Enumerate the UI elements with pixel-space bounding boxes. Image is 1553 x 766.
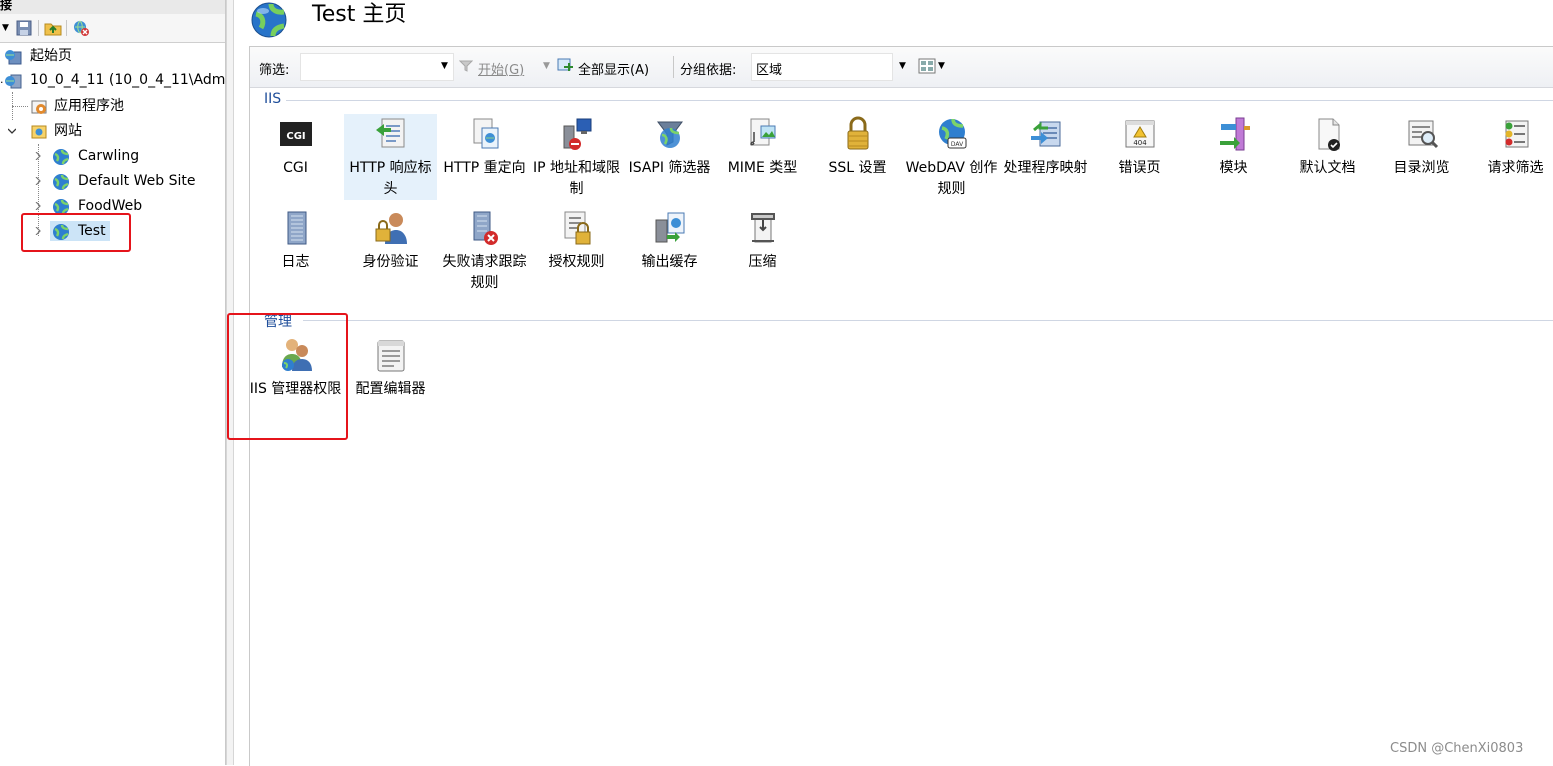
show-all-icon <box>557 58 573 71</box>
tree-item-server[interactable]: . 10_0_4_11 (10_0_4_11\Adm <box>0 68 225 92</box>
authentication-icon <box>375 213 407 244</box>
feature-configuration-editor[interactable]: 配置编辑器 <box>344 335 437 400</box>
feature-handler-mappings[interactable]: 处理程序映射 <box>999 114 1092 179</box>
failed-request-tracing-icon <box>473 211 498 245</box>
handler-mappings-icon <box>1030 121 1060 147</box>
mime-types-icon <box>749 118 775 146</box>
start-page-icon <box>5 50 22 65</box>
start-filter-button[interactable]: 开始(G) <box>478 59 524 78</box>
filter-dropdown-icon[interactable]: ▼ <box>441 61 448 71</box>
logging-icon <box>287 211 306 245</box>
globe-icon <box>53 149 69 165</box>
start-dropdown-icon[interactable]: ▼ <box>543 61 550 71</box>
tree-item-site-carwling[interactable]: Carwling <box>0 144 225 168</box>
tree-item-sites[interactable]: 网站 <box>0 119 225 143</box>
chevron-down-icon[interactable] <box>8 127 16 135</box>
group-by-label: 分组依据: <box>680 63 737 78</box>
default-document-icon <box>1318 118 1340 151</box>
globe-icon <box>53 174 69 190</box>
sites-folder-icon <box>31 125 47 139</box>
tree-item-start-page[interactable]: 起始页 <box>0 44 225 68</box>
feature-isapi-filters[interactable]: ISAPI 筛选器 <box>623 114 716 179</box>
feature-http-redirect[interactable]: HTTP 重定向 <box>438 114 531 179</box>
connections-toolbar: ▼ <box>0 14 225 43</box>
tree-item-app-pools[interactable]: 应用程序池 <box>0 94 225 118</box>
isapi-filters-icon <box>656 121 683 148</box>
feature-ssl-settings[interactable]: SSL 设置 <box>811 114 904 179</box>
http-response-headers-icon <box>375 118 404 148</box>
feature-view: Test 主页 筛选: ▼ 开始(G) ▼ 全部显示(A) 分组依据: 区域 ▼… <box>227 0 1553 766</box>
group-by-select[interactable]: 区域 <box>751 53 893 81</box>
tree-item-label: 10_0_4_11 (10_0_4_11\Adm <box>30 72 226 88</box>
watermark: CSDN @ChenXi0803 <box>1390 741 1524 756</box>
ip-restrictions-icon <box>563 118 591 150</box>
error-pages-icon: 404 <box>1125 120 1154 148</box>
connections-header-label: 接 <box>0 0 13 12</box>
page-title: Test 主页 <box>312 2 407 27</box>
directory-browsing-icon <box>1408 120 1438 149</box>
request-filtering-icon <box>1505 120 1528 148</box>
tree-item-label: Default Web Site <box>78 173 196 189</box>
funnel-icon <box>459 60 473 72</box>
app-pool-icon <box>31 100 47 114</box>
chevron-right-icon[interactable] <box>34 177 42 185</box>
view-mode-dropdown-icon[interactable]: ▼ <box>938 61 945 71</box>
filter-label: 筛选: <box>259 63 290 78</box>
feature-ip-restrictions[interactable]: IP 地址和域限制 <box>530 114 623 200</box>
chevron-right-icon[interactable] <box>34 152 42 160</box>
server-icon <box>5 74 22 89</box>
output-caching-icon <box>655 212 684 243</box>
group-by-dropdown-icon[interactable]: ▼ <box>899 61 906 71</box>
show-all-button[interactable]: 全部显示(A) <box>578 59 649 78</box>
globe-icon <box>251 2 287 38</box>
feature-error-pages[interactable]: 404 错误页 <box>1093 114 1186 179</box>
chevron-right-icon[interactable] <box>34 202 42 210</box>
feature-directory-browsing[interactable]: 目录浏览 <box>1375 114 1468 179</box>
up-folder-icon[interactable] <box>44 19 62 37</box>
feature-compression[interactable]: 压缩 <box>716 208 809 273</box>
tree-item-site-default[interactable]: Default Web Site <box>0 169 225 193</box>
feature-default-document[interactable]: 默认文档 <box>1281 114 1374 179</box>
connections-pane: 接 ▼ 起始页 . 10_0_4_11 (10_0_4_11\Adm 应用程序池… <box>0 0 226 765</box>
feature-authorization-rules[interactable]: 授权规则 <box>530 208 623 273</box>
connect-icon[interactable] <box>72 19 90 37</box>
highlight-box-iis-manager-permissions <box>227 313 348 440</box>
modules-icon <box>1219 117 1250 151</box>
feature-failed-request-tracing[interactable]: 失败请求跟踪规则 <box>438 208 531 294</box>
feature-modules[interactable]: 模块 <box>1187 114 1280 179</box>
feature-webdav[interactable]: DAV WebDAV 创作规则 <box>905 114 998 200</box>
authorization-rules-icon <box>564 211 590 245</box>
filter-toolbar: 筛选: ▼ 开始(G) ▼ 全部显示(A) 分组依据: 区域 ▼ ▼ <box>250 47 1553 88</box>
tree-item-label: Carwling <box>78 148 140 164</box>
tree-item-label: 起始页 <box>30 48 72 64</box>
feature-http-response-headers[interactable]: HTTP 响应标头 <box>344 114 437 200</box>
svg-text:CGI: CGI <box>286 131 305 142</box>
filter-input[interactable] <box>300 53 454 81</box>
feature-authentication[interactable]: 身份验证 <box>344 208 437 273</box>
http-redirect-icon <box>473 118 498 149</box>
compression-icon <box>750 213 775 243</box>
cgi-icon: CGI <box>279 122 312 146</box>
group-header-iis: IIS <box>264 91 287 107</box>
configuration-editor-icon <box>377 340 404 372</box>
tree-item-label: 网站 <box>54 123 82 139</box>
view-mode-icon[interactable] <box>918 58 936 74</box>
feature-logging[interactable]: 日志 <box>249 208 342 273</box>
group-by-value: 区域 <box>756 63 783 78</box>
connections-header: 接 <box>0 0 225 15</box>
highlight-box-test <box>21 213 131 252</box>
webdav-icon: DAV <box>938 118 966 149</box>
feature-request-filtering[interactable]: 请求筛选 <box>1469 114 1553 179</box>
svg-text:404: 404 <box>1133 139 1147 147</box>
toolbar-dropdown-icon[interactable]: ▼ <box>2 23 9 33</box>
feature-output-caching[interactable]: 输出缓存 <box>623 208 716 273</box>
feature-mime-types[interactable]: MIME 类型 <box>716 114 809 179</box>
lock-icon <box>847 116 868 150</box>
feature-cgi[interactable]: CGI CGI <box>249 114 342 179</box>
tree-item-label: 应用程序池 <box>54 98 124 114</box>
svg-text:DAV: DAV <box>950 141 963 148</box>
save-icon[interactable] <box>15 19 33 37</box>
page-header: Test 主页 <box>233 0 1553 44</box>
